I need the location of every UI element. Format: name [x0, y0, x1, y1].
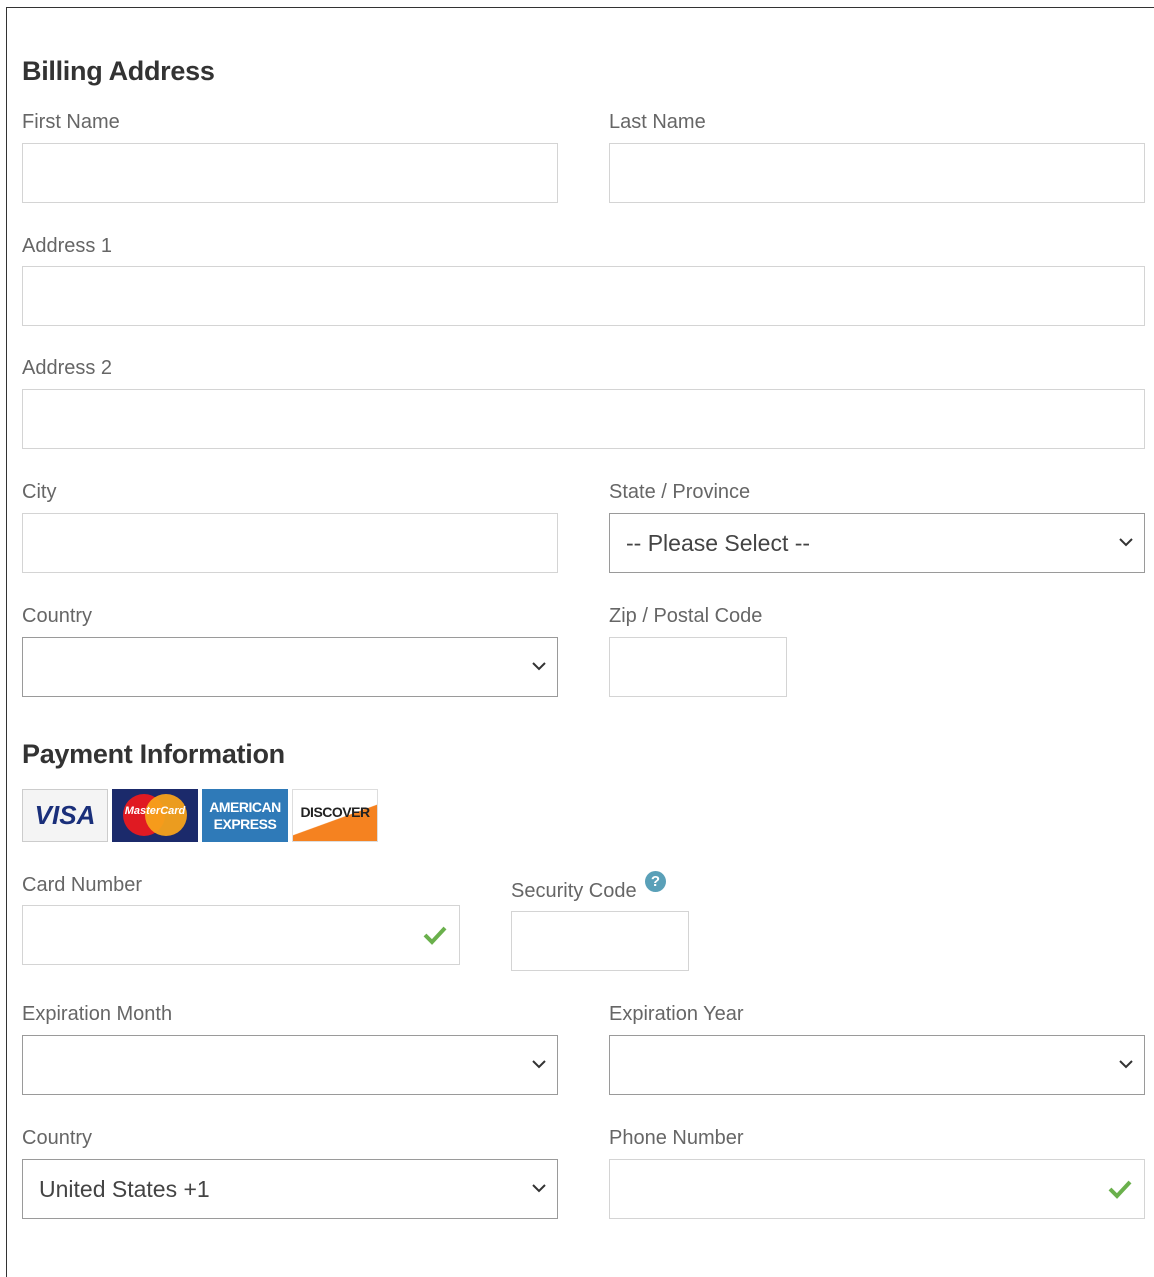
- chevron-down-icon: [1119, 1060, 1133, 1069]
- payment-information-heading: Payment Information: [22, 739, 285, 769]
- last-name-input[interactable]: [609, 143, 1145, 203]
- billing-address-heading: Billing Address: [22, 56, 215, 86]
- address1-label: Address 1: [22, 235, 113, 257]
- country-label: Country: [22, 605, 93, 627]
- state-select-value: -- Please Select --: [626, 530, 811, 556]
- city-input[interactable]: [22, 513, 558, 573]
- check-icon: [1108, 1180, 1132, 1199]
- card-number-label: Card Number: [22, 874, 143, 896]
- american-express-card-logo: AMERICAN EXPRESS: [202, 789, 288, 842]
- address2-input[interactable]: [22, 389, 1145, 449]
- security-code-input[interactable]: [511, 911, 689, 971]
- help-icon[interactable]: ?: [645, 871, 666, 892]
- expiration-month-select[interactable]: [22, 1035, 558, 1095]
- visa-card-text: VISA: [34, 800, 96, 830]
- expiration-year-select[interactable]: [609, 1035, 1145, 1095]
- discover-card-text: DISCOVER: [300, 804, 370, 820]
- zip-label: Zip / Postal Code: [609, 605, 763, 627]
- expiration-month-label: Expiration Month: [22, 1003, 173, 1025]
- phone-number-input[interactable]: [609, 1159, 1145, 1219]
- zip-input[interactable]: [609, 637, 787, 697]
- chevron-down-icon: [532, 662, 546, 671]
- security-code-label: Security Code: [511, 880, 637, 902]
- country-select[interactable]: [22, 637, 558, 697]
- address2-label: Address 2: [22, 357, 113, 379]
- amex-card-text-line1: AMERICAN: [209, 799, 281, 815]
- city-label: City: [22, 481, 57, 503]
- check-icon: [423, 926, 447, 945]
- last-name-label: Last Name: [609, 111, 706, 133]
- mastercard-card-text: MasterCard: [124, 805, 186, 817]
- phone-country-label: Country: [22, 1127, 93, 1149]
- mastercard-card-logo: MasterCard: [112, 789, 198, 842]
- state-label: State / Province: [609, 481, 751, 503]
- chevron-down-icon: [532, 1184, 546, 1193]
- expiration-year-label: Expiration Year: [609, 1003, 744, 1025]
- card-number-input[interactable]: [22, 905, 460, 965]
- state-select[interactable]: -- Please Select --: [609, 513, 1145, 573]
- phone-number-label: Phone Number: [609, 1127, 744, 1149]
- amex-card-text-line2: EXPRESS: [213, 816, 277, 832]
- phone-country-select[interactable]: United States +1: [22, 1159, 558, 1219]
- first-name-label: First Name: [22, 111, 120, 133]
- chevron-down-icon: [1119, 538, 1133, 547]
- first-name-input[interactable]: [22, 143, 558, 203]
- visa-card-logo: VISA: [22, 789, 108, 842]
- phone-country-select-value: United States +1: [39, 1176, 210, 1202]
- discover-card-logo: DISCOVER: [292, 789, 378, 842]
- chevron-down-icon: [532, 1060, 546, 1069]
- address1-input[interactable]: [22, 266, 1145, 326]
